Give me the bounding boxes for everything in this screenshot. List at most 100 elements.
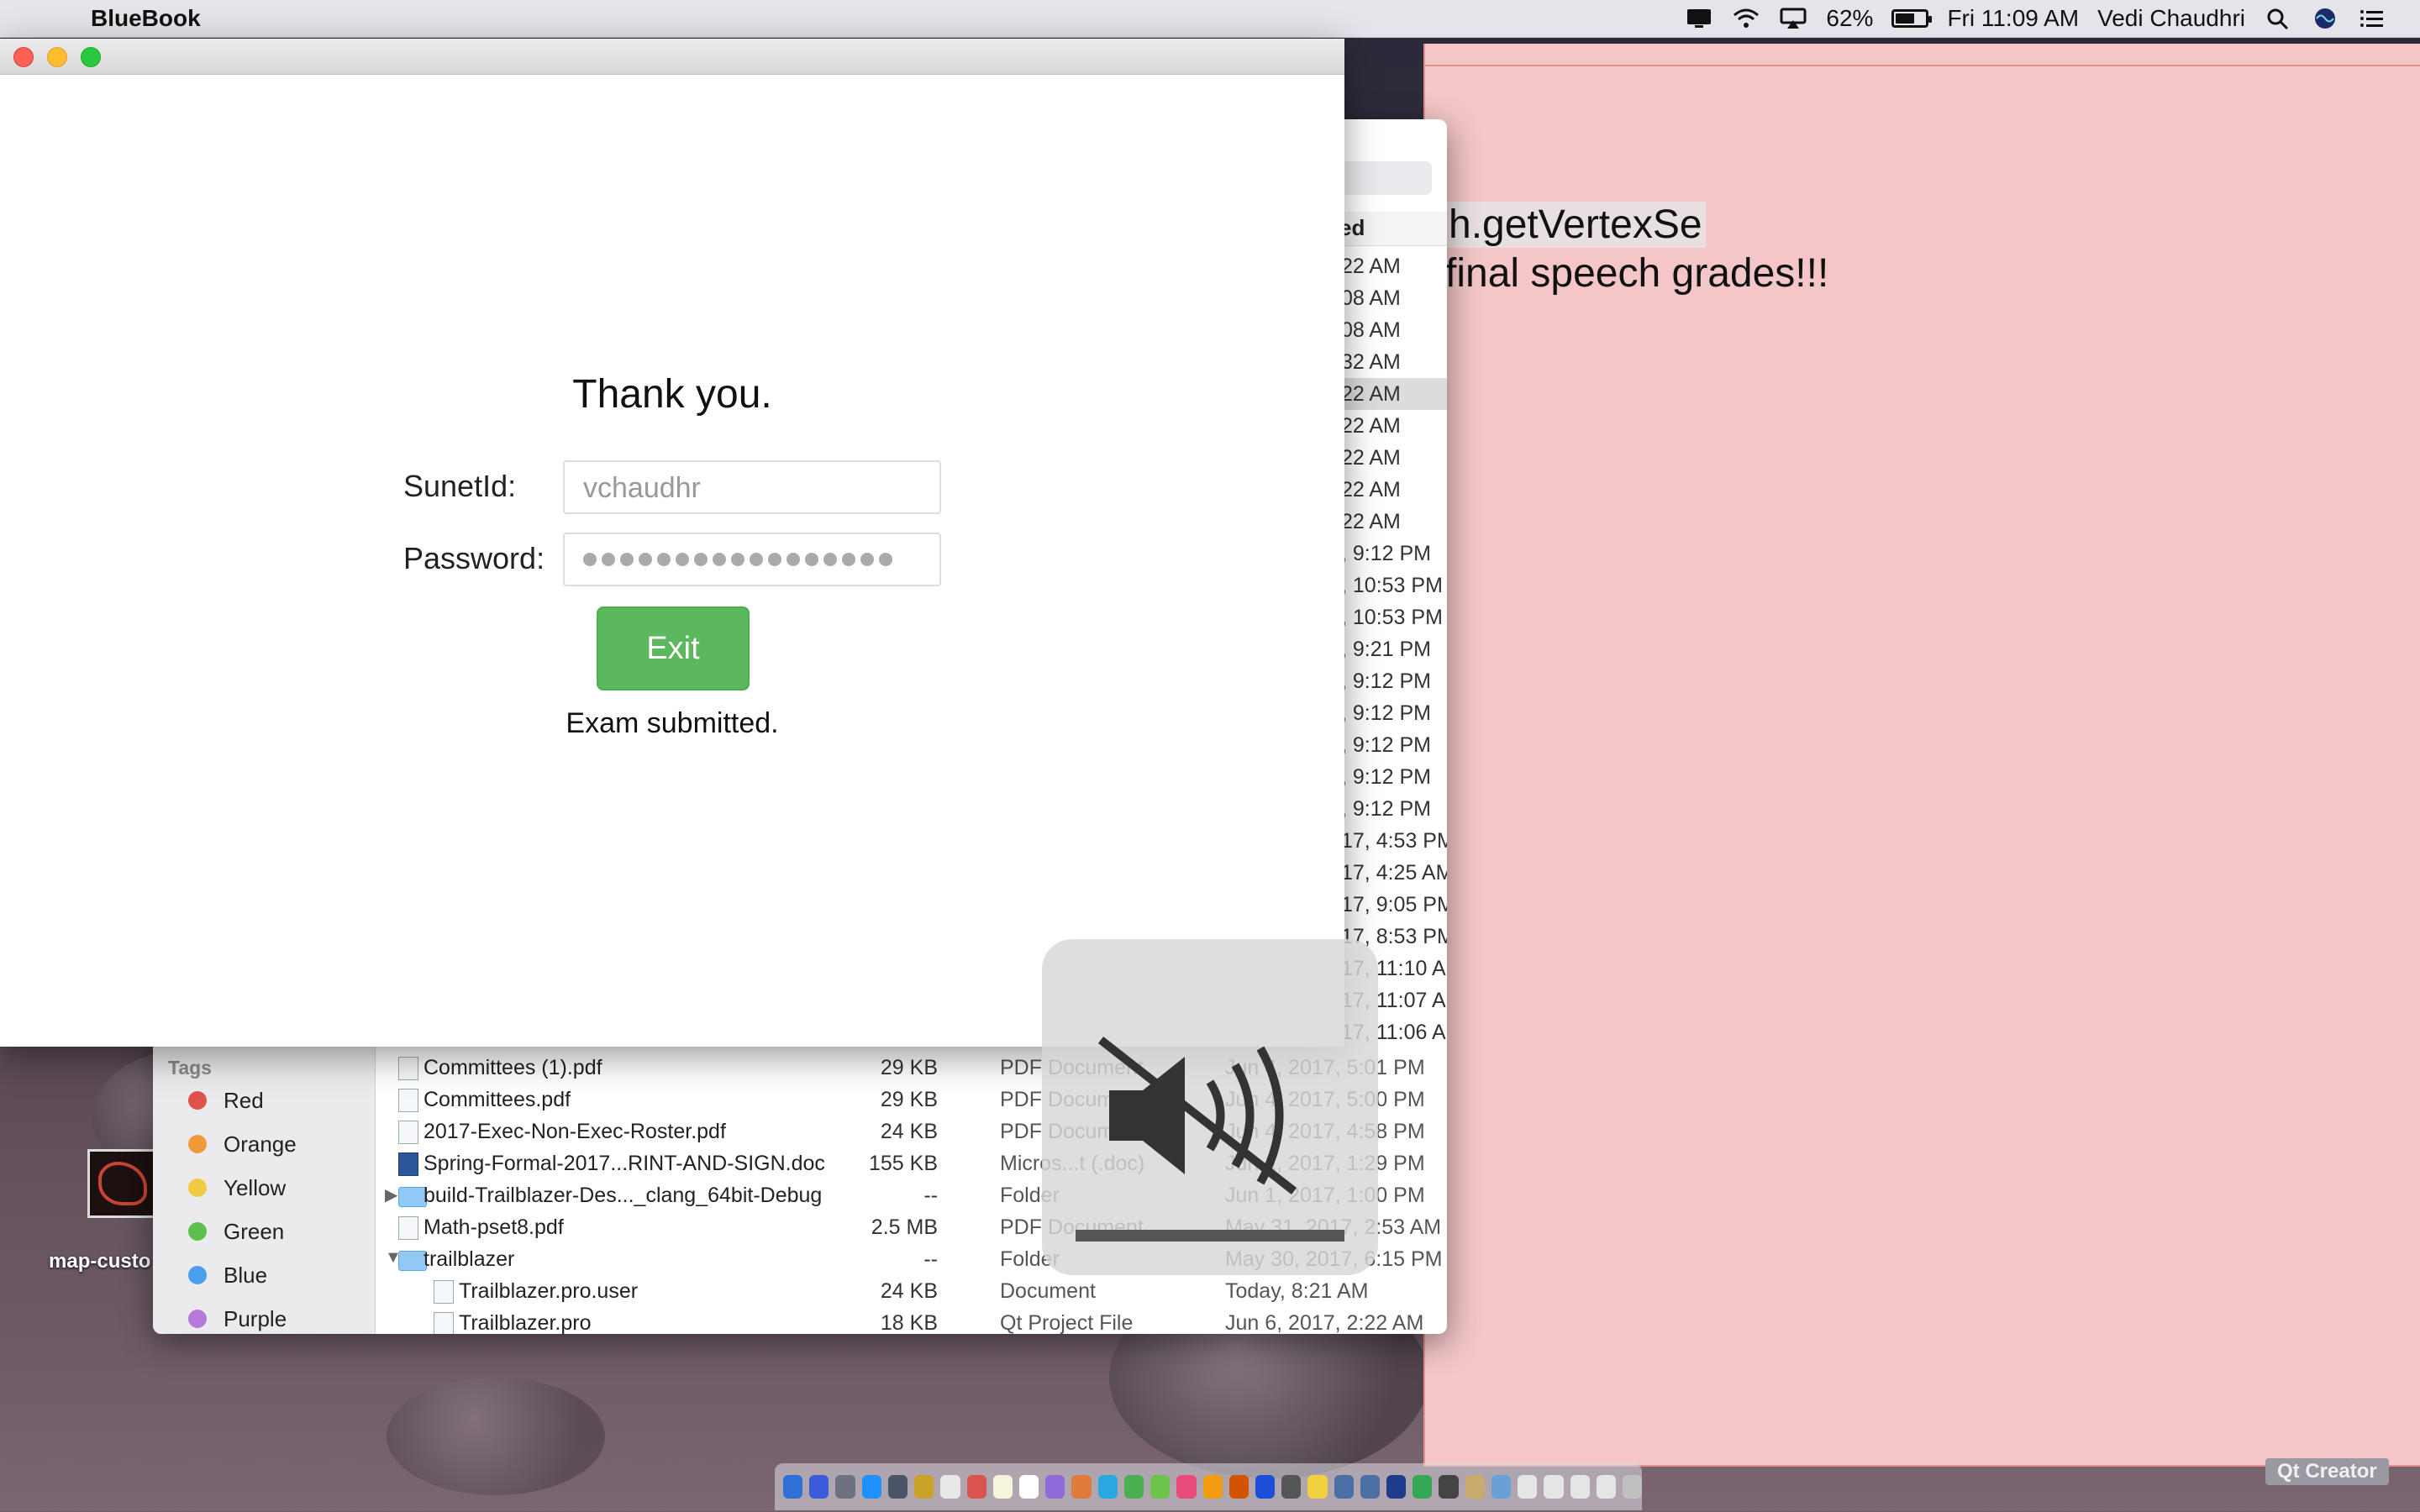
wifi-icon[interactable] (1732, 8, 1760, 29)
exit-button[interactable]: Exit (597, 606, 750, 690)
sidebar-tag-yellow[interactable]: Yellow (188, 1171, 286, 1205)
dock-app-icon[interactable] (940, 1475, 960, 1499)
document-icon (434, 1280, 454, 1304)
dock-app-icon[interactable] (966, 1475, 986, 1499)
dock-app-icon[interactable] (1360, 1475, 1381, 1499)
dock-app-icon[interactable] (1465, 1475, 1485, 1499)
tag-color-icon (188, 1222, 207, 1241)
dock-app-icon[interactable] (809, 1475, 829, 1499)
dock-app-icon[interactable] (1491, 1475, 1512, 1499)
pdf-icon (398, 1057, 418, 1080)
file-date: Jun 6, 2017, 2:22 AM (1225, 1311, 1424, 1334)
dock-app-icon[interactable] (861, 1475, 881, 1499)
file-size: 18 KB (880, 1311, 938, 1334)
dock-app-icon[interactable] (1307, 1475, 1328, 1499)
dock-app-icon[interactable] (1228, 1475, 1249, 1499)
dock-app-icon[interactable] (835, 1475, 855, 1499)
dock-app-icon[interactable] (1202, 1475, 1223, 1499)
dock-app-icon[interactable] (914, 1475, 934, 1499)
app-name-menu[interactable]: BlueBook (91, 5, 201, 32)
close-button[interactable] (13, 47, 34, 67)
dock-app-icon[interactable] (1518, 1475, 1538, 1499)
dock-app-icon[interactable] (1071, 1475, 1092, 1499)
dock-app-icon[interactable] (1386, 1475, 1407, 1499)
password-field[interactable] (563, 533, 941, 586)
dock-app-icon[interactable] (1623, 1475, 1643, 1499)
date-cell: , 9:12 PM (1341, 669, 1431, 693)
file-size: -- (923, 1247, 938, 1271)
dock-app-icon[interactable] (1596, 1475, 1616, 1499)
tag-color-icon (188, 1135, 207, 1153)
dock-app-icon[interactable] (1413, 1475, 1433, 1499)
pdf-icon (398, 1121, 418, 1144)
notification-center-icon[interactable] (2358, 8, 2386, 29)
date-cell: 22 AM (1341, 255, 1401, 278)
qt-creator-label[interactable]: Qt Creator (2265, 1458, 2389, 1485)
dock-app-icon[interactable] (1281, 1475, 1302, 1499)
dock-app-icon[interactable] (1176, 1475, 1197, 1499)
sidebar-tag-red[interactable]: Red (188, 1084, 264, 1117)
folder-icon (398, 1187, 427, 1207)
dock-app-icon[interactable] (1334, 1475, 1354, 1499)
date-cell: 17, 9:05 PM (1341, 893, 1447, 916)
zoom-button[interactable] (81, 47, 101, 67)
date-cell: , 9:12 PM (1341, 542, 1431, 565)
sticky-text-line-2[interactable]: final speech grades!!! (1445, 250, 1828, 297)
dock-app-icon[interactable] (992, 1475, 1013, 1499)
airplay-icon[interactable] (1779, 8, 1807, 29)
date-cell: , 10:53 PM (1341, 606, 1443, 629)
sidebar-tag-orange[interactable]: Orange (188, 1127, 297, 1161)
menu-clock[interactable]: Fri 11:09 AM (1947, 5, 2079, 32)
date-cell: 22 AM (1341, 378, 1447, 410)
sticky-text-line-1[interactable]: h.getVertexSe (1445, 202, 1706, 248)
search-field[interactable] (1329, 161, 1432, 195)
desktop-file-thumbnail[interactable] (87, 1149, 156, 1218)
file-date: Today, 8:21 AM (1225, 1279, 1369, 1303)
dock-app-icon[interactable] (1544, 1475, 1564, 1499)
word-doc-icon (398, 1152, 418, 1176)
file-size: 155 KB (868, 1152, 938, 1175)
dock-app-icon[interactable] (1123, 1475, 1144, 1499)
battery-icon[interactable] (1891, 9, 1933, 28)
sunetid-field[interactable]: vchaudhr (563, 460, 941, 514)
file-name: Math-pset8.pdf (424, 1215, 564, 1239)
desktop-file-label[interactable]: map-custo (49, 1250, 150, 1273)
file-row[interactable]: Trailblazer.pro.user 24 KB Document Today, … (375, 1275, 1447, 1307)
file-size: 24 KB (880, 1120, 938, 1143)
date-cell: 22 AM (1341, 478, 1401, 501)
date-cell: 32 AM (1341, 350, 1401, 374)
sidebar-tag-green[interactable]: Green (188, 1215, 284, 1248)
search-icon[interactable] (2264, 8, 2292, 29)
file-name: 2017-Exec-Non-Exec-Roster.pdf (424, 1120, 726, 1143)
minimize-button[interactable] (47, 47, 67, 67)
file-row[interactable]: Trailblazer.pro 18 KB Qt Project File Jun 6… (375, 1307, 1447, 1334)
tag-label: Blue (224, 1262, 268, 1288)
sunetid-label: SunetId: (403, 469, 517, 503)
file-size: 2.5 MB (871, 1215, 938, 1239)
date-cell: 08 AM (1341, 286, 1401, 310)
password-dot (602, 553, 615, 566)
dock-app-icon[interactable] (1255, 1475, 1276, 1499)
date-cell: , 9:12 PM (1341, 797, 1431, 821)
password-dot (713, 553, 726, 566)
dock-app-icon[interactable] (1439, 1475, 1459, 1499)
dock-app-icon[interactable] (783, 1475, 803, 1499)
display-icon[interactable] (1685, 8, 1713, 29)
file-name: build-Trailblazer-Des..._clang_64bit-Deb… (424, 1184, 823, 1207)
dock-app-icon[interactable] (1570, 1475, 1590, 1499)
sidebar-tag-blue[interactable]: Blue (188, 1258, 267, 1292)
window-title-bar[interactable] (0, 39, 1344, 75)
user-menu[interactable]: Vedi Chaudhri (2097, 5, 2245, 32)
dock-app-icon[interactable] (1018, 1475, 1039, 1499)
sticky-note-window[interactable]: h.getVertexSe final speech grades!!! (1423, 44, 2420, 1467)
date-cell: 22 AM (1341, 446, 1401, 470)
siri-icon[interactable] (2311, 8, 2339, 29)
sidebar-tag-purple[interactable]: Purple (188, 1302, 287, 1334)
disclosure-triangle-icon[interactable]: ▶ (385, 1184, 397, 1205)
dock-app-icon[interactable] (1097, 1475, 1118, 1499)
dock-app-icon[interactable] (1150, 1475, 1171, 1499)
dock-app-icon[interactable] (1045, 1475, 1065, 1499)
password-dot (879, 553, 892, 566)
password-mask (583, 553, 892, 566)
dock-app-icon[interactable] (887, 1475, 908, 1499)
